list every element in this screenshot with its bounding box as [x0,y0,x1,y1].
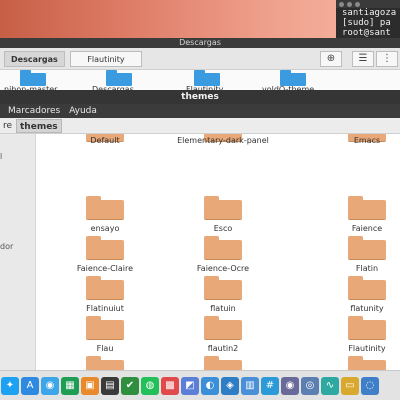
folder-icon [204,236,242,260]
folder-item[interactable]: HighContrast [178,356,268,370]
terminal-line: santiagoza [342,8,397,18]
sidebar-item[interactable]: dor [0,242,13,251]
terminal-line: [sudo] pa [342,18,391,28]
folder-label: Faience-Claire [76,264,134,273]
folder-icon [348,276,386,300]
spotify-icon[interactable]: ◍ [141,376,159,395]
folder-item[interactable]: flautin2 [178,316,268,360]
list-view-icon[interactable]: ☰ [352,51,374,67]
folder-item[interactable]: Faience-Ocre [178,236,268,280]
folder-icon [204,316,242,340]
folder-label: Esco [213,224,233,233]
calendar-icon[interactable]: ▥ [241,376,259,395]
folder-label: Flatinuiut [86,304,124,313]
folder-icon [86,276,124,300]
folder-icon [86,316,124,340]
folder-item[interactable]: Esco [178,196,268,240]
screenshot-icon[interactable]: ◩ [181,376,199,395]
breadcrumb-descargas[interactable]: Descargas [4,51,65,67]
folder-icon [348,196,386,220]
folder-item[interactable]: Flautinuis [60,356,150,370]
menu-bar: Marcadores Ayuda [0,104,400,118]
folder-icon [86,236,124,260]
folder-item[interactable]: Default [60,136,150,184]
folder-item[interactable]: Flau [60,316,150,360]
folder-label: Elementary-dark-panel [177,136,269,145]
terminal-line: root@sant [342,28,391,38]
folder-item[interactable]: flatuin [178,276,268,320]
folder-item[interactable]: Flatin [322,236,400,280]
path-crumb-themes[interactable]: themes [16,119,62,133]
terminal-window[interactable]: santiagoza [sudo] pa root@sant [336,0,400,40]
settings-icon[interactable]: ◈ [221,376,239,395]
folder-grid: Default Elementary-dark-panel Emacs ensayo E… [36,134,400,370]
breadcrumb-flautinity[interactable]: Flautinity [70,51,142,67]
places-sidebar: l dor [0,134,36,370]
folder-icon [204,356,242,370]
folder-label: Flau [96,344,114,353]
sidebar-item[interactable]: l [0,152,2,161]
folder-label: Default [90,136,120,145]
notes-icon[interactable]: ▭ [341,376,359,395]
twitter-icon[interactable]: ✦ [1,376,19,395]
hashtag-icon[interactable]: # [261,376,279,395]
minimize-dot-icon[interactable] [347,1,352,7]
location-icon[interactable]: ⊕ [320,51,342,67]
spreadsheet-icon[interactable]: ▦ [61,376,79,395]
folder-item[interactable]: flatunity [322,276,400,320]
globe-icon[interactable]: ◌ [361,376,379,395]
app-store-icon[interactable]: A [21,376,39,395]
folder-item[interactable]: Industrial [322,356,400,370]
grid-view-icon[interactable]: ⋮ [376,51,398,67]
folder-label: flatuin [210,304,236,313]
file-manager-toolbar: Descargas Flautinity ⊕ ☰ ⋮ [0,48,400,70]
close-dot-icon[interactable] [339,1,344,7]
activity-icon[interactable]: ∿ [321,376,339,395]
terminal-icon[interactable]: ▤ [101,376,119,395]
software-center-icon[interactable]: ◐ [201,376,219,395]
folder-label: Faience-Ocre [196,264,250,273]
image-viewer-icon[interactable]: ▣ [81,376,99,395]
folder-label: flatunity [350,304,384,313]
folder-item[interactable]: ensayo [60,196,150,240]
folder-item[interactable]: Flautinity [322,316,400,360]
window-title: themes [0,90,400,104]
folder-icon [348,356,386,370]
folder-strip: nibon-master Descargas Flautinity yoldQ-… [0,70,400,94]
path-crumb-parent[interactable]: re [0,119,15,133]
folder-item[interactable]: Flatinuiut [60,276,150,320]
folder-label: flautin2 [207,344,239,353]
folder-item[interactable]: Faience [322,196,400,240]
check-icon[interactable]: ✔ [121,376,139,395]
window-title: Descargas [0,38,400,48]
camera-icon[interactable]: ◎ [301,376,319,395]
folder-icon [204,276,242,300]
folder-label: Emacs [353,136,381,145]
menu-ayuda[interactable]: Ayuda [69,106,97,116]
folder-item[interactable]: Emacs [322,136,400,184]
descargas-window[interactable]: Descargas Descargas Flautinity ⊕ ☰ ⋮ nib… [0,38,400,94]
folder-icon [348,316,386,340]
terminal-titlebar[interactable] [336,0,400,8]
folder-icon [86,196,124,220]
maximize-dot-icon[interactable] [355,1,360,7]
folder-label: ensayo [90,224,120,233]
folder-label: Flautinity [348,344,386,353]
application-dock: ✦ A ◉ ▦ ▣ ▤ ✔ ◍ ▩ ◩ ◐ ◈ ▥ # ◉ ◎ ∿ ▭ ◌ [0,370,400,400]
folder-label: Faience [351,224,383,233]
menu-marcadores[interactable]: Marcadores [8,106,60,116]
themes-window[interactable]: themes Marcadores Ayuda re themes l dor … [0,90,400,370]
folder-icon [204,196,242,220]
folder-item[interactable]: Faience-Claire [60,236,150,280]
photos-icon[interactable]: ▩ [161,376,179,395]
folder-icon [348,236,386,260]
browser-icon[interactable]: ◉ [41,376,59,395]
eye-icon[interactable]: ◉ [281,376,299,395]
path-bar: re themes [0,118,400,134]
folder-icon [86,356,124,370]
folder-label: Flatin [355,264,379,273]
folder-item[interactable]: Elementary-dark-panel [177,136,269,184]
